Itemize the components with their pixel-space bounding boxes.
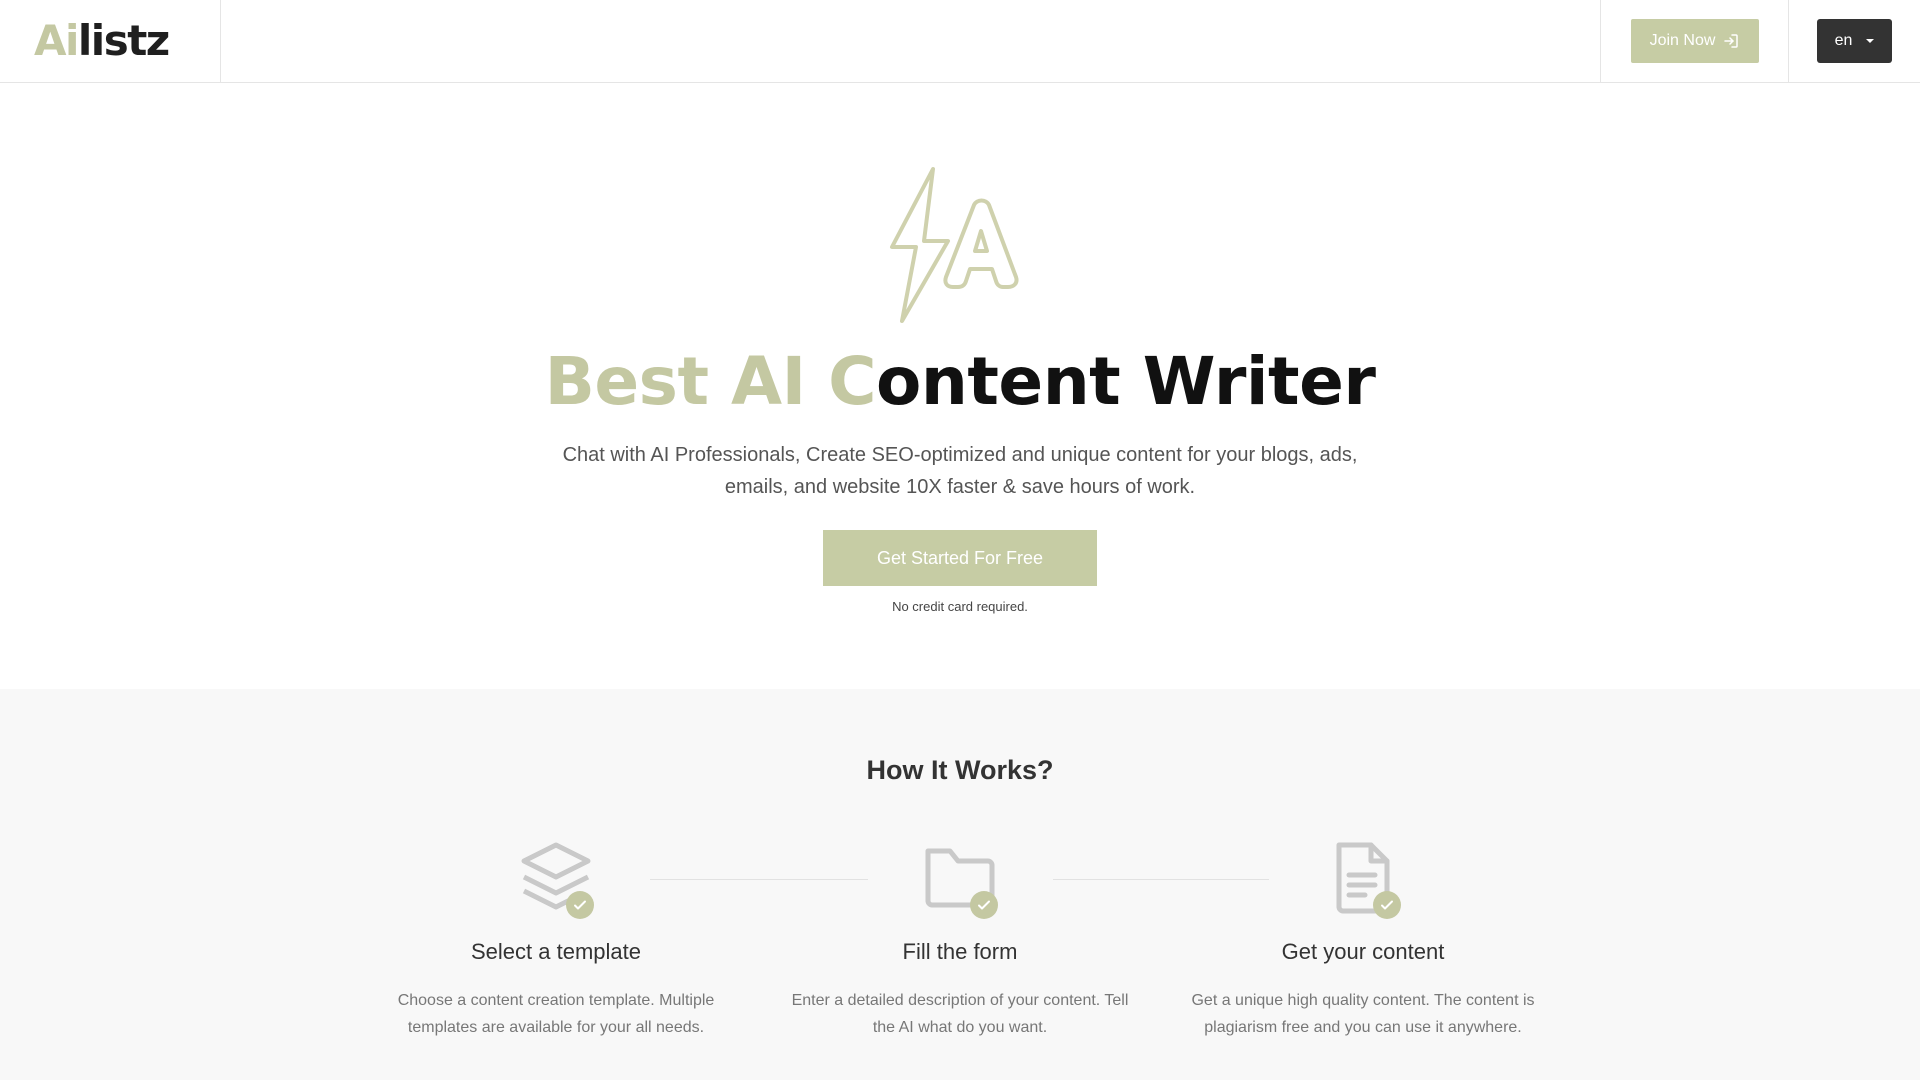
sign-in-icon: [1724, 34, 1739, 48]
language-container: en: [1789, 0, 1920, 82]
page-title: Best AI Content Writer: [0, 343, 1920, 420]
hero-section: Best AI Content Writer Chat with AI Prof…: [0, 83, 1920, 689]
how-it-works-section: How It Works? Select a template Choose a…: [0, 689, 1920, 1080]
join-now-label: Join Now: [1649, 32, 1716, 49]
ai-lightning-icon: [890, 167, 1019, 323]
step-item: Get your content Get a unique high quali…: [1183, 839, 1543, 1041]
step-item: Select a template Choose a content creat…: [376, 839, 736, 1041]
step-item: Fill the form Enter a detailed descripti…: [780, 839, 1140, 1041]
top-navbar: Ailistz Join Now en: [0, 0, 1920, 83]
title-highlight: Best AI C: [544, 343, 877, 420]
title-rest: ontent Writer: [876, 343, 1376, 420]
step-icon-wrapper: [920, 839, 1000, 919]
header-spacer: [221, 0, 1600, 82]
get-started-button[interactable]: Get Started For Free: [823, 530, 1097, 586]
caret-down-icon: [1866, 39, 1875, 43]
checkmark-icon: [566, 891, 594, 919]
step-title: Get your content: [1281, 939, 1445, 964]
step-description: Choose a content creation template. Mult…: [397, 992, 715, 1036]
step-title: Fill the form: [902, 939, 1018, 964]
checkmark-icon: [1373, 891, 1401, 919]
logo[interactable]: Ailistz: [34, 20, 170, 62]
logo-ai-part: Ai: [34, 16, 79, 65]
hero-subtitle: Chat with AI Professionals, Create SEO-o…: [562, 444, 1358, 498]
step-description: Get a unique high quality content. The c…: [1191, 992, 1535, 1036]
section-title: How It Works?: [866, 755, 1054, 785]
step-icon-wrapper: [1323, 839, 1403, 919]
no-credit-card-note: No credit card required.: [892, 599, 1028, 614]
language-label: en: [1834, 32, 1853, 49]
join-now-button[interactable]: Join Now: [1630, 19, 1759, 63]
checkmark-icon: [970, 891, 998, 919]
join-container: Join Now: [1600, 0, 1789, 82]
step-icon-wrapper: [516, 839, 596, 919]
language-dropdown[interactable]: en: [1817, 19, 1892, 63]
logo-text-part: listz: [77, 16, 170, 65]
logo-container: Ailistz: [0, 0, 221, 82]
step-title: Select a template: [471, 939, 641, 964]
step-description: Enter a detailed description of your con…: [791, 992, 1129, 1036]
